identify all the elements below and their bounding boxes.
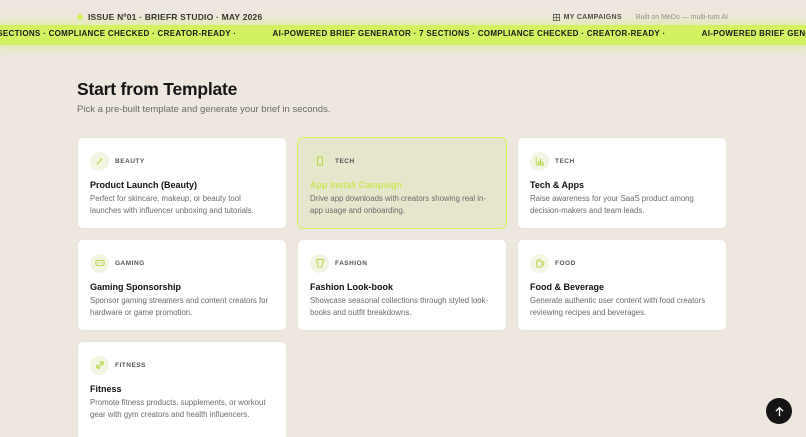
template-title: Food & Beverage [530, 282, 605, 292]
category-icon-badge [90, 151, 109, 171]
arrow-up-icon [775, 406, 783, 416]
template-title: Product Launch (Beauty) [90, 180, 198, 190]
template-card-product-launch-beauty[interactable]: BEAUTY Product Launch (Beauty) Perfect f… [77, 137, 287, 229]
my-campaigns-label: MY CAMPAIGNS [563, 13, 622, 21]
marquee-ticker: 7 SECTIONS · COMPLIANCE CHECKED · CREATO… [0, 25, 806, 45]
template-description: Generate authentic user content with foo… [530, 296, 706, 317]
template-card-app-install-campaign[interactable]: TECH App Install Campaign Drive app down… [297, 137, 507, 229]
card-header: BEAUTY [90, 151, 274, 171]
template-category: GAMING [115, 259, 145, 267]
dumbbell-icon [95, 360, 104, 370]
template-category: TECH [555, 157, 575, 165]
my-campaigns-link[interactable]: MY CAMPAIGNS [552, 13, 622, 21]
template-title: Gaming Sponsorship [90, 282, 182, 292]
card-header: FOOD [530, 253, 714, 273]
shirt-icon [315, 258, 324, 268]
template-title: Fashion Look-book [310, 282, 393, 292]
template-description: Sponsor gaming streamers and content cre… [90, 296, 269, 317]
template-description: Raise awareness for your SaaS product am… [530, 194, 694, 215]
card-header: GAMING [90, 253, 274, 273]
template-description: Showcase seasonal collections through st… [310, 296, 489, 317]
template-title: Fitness [90, 384, 122, 394]
top-right-group: MY CAMPAIGNS Built on MeDo — multi-turn … [552, 13, 728, 21]
page-subtitle: Pick a pre-built template and generate y… [77, 104, 331, 115]
template-description: Promote fitness products, supplements, o… [90, 398, 266, 419]
template-card-fashion-look-book[interactable]: FASHION Fashion Look-book Showcase seaso… [297, 239, 507, 331]
category-icon-badge [90, 253, 109, 273]
category-icon-badge [310, 253, 329, 273]
page-title: Start from Template [77, 79, 238, 99]
cup-icon [535, 258, 544, 268]
category-icon-badge [530, 253, 549, 273]
status-dot-icon [77, 14, 83, 20]
template-card-gaming-sponsorship[interactable]: GAMING Gaming Sponsorship Sponsor gaming… [77, 239, 287, 331]
grid-icon [552, 13, 560, 21]
template-card-fitness[interactable]: FITNESS Fitness Promote fitness products… [77, 341, 287, 437]
category-icon-badge [310, 151, 329, 171]
gamepad-icon [94, 260, 105, 266]
category-icon-badge [530, 151, 549, 171]
template-description: Drive app downloads with creators showin… [310, 194, 486, 215]
template-category: FITNESS [115, 361, 146, 369]
ticker-item: AI-POWERED BRIEF GENE [701, 29, 806, 38]
template-card-food-beverage[interactable]: FOOD Food & Beverage Generate authentic … [517, 239, 727, 331]
template-title: App Install Campaign [310, 180, 403, 190]
smartphone-icon [316, 156, 323, 166]
card-header: FITNESS [90, 355, 274, 375]
issue-text: ISSUE Nº01 · BRIEFR STUDIO · MAY 2026 [88, 12, 263, 22]
sparkle-icon [96, 157, 102, 165]
scroll-to-top-button[interactable] [766, 398, 792, 424]
built-on-text: Built on MeDo — multi-turn AI [635, 13, 728, 21]
template-description: Perfect for skincare, makeup, or beauty … [90, 194, 254, 215]
card-header: TECH [530, 151, 714, 171]
template-category: FASHION [335, 259, 368, 267]
bar-chart-icon [535, 157, 544, 166]
ticker-item: AI-POWERED BRIEF GENERATOR · 7 SECTIONS … [272, 29, 666, 38]
template-title: Tech & Apps [530, 180, 585, 190]
template-category: BEAUTY [115, 157, 145, 165]
template-category: TECH [335, 157, 355, 165]
issue-label: ISSUE Nº01 · BRIEFR STUDIO · MAY 2026 [77, 12, 262, 22]
ticker-track: 7 SECTIONS · COMPLIANCE CHECKED · CREATO… [0, 29, 806, 38]
category-icon-badge [90, 355, 109, 375]
card-header: TECH [310, 151, 494, 171]
template-category: FOOD [555, 259, 576, 267]
template-card-tech-apps[interactable]: TECH Tech & Apps Raise awareness for you… [517, 137, 727, 229]
ticker-item: 7 SECTIONS · COMPLIANCE CHECKED · CREATO… [0, 29, 237, 38]
card-header: FASHION [310, 253, 494, 273]
